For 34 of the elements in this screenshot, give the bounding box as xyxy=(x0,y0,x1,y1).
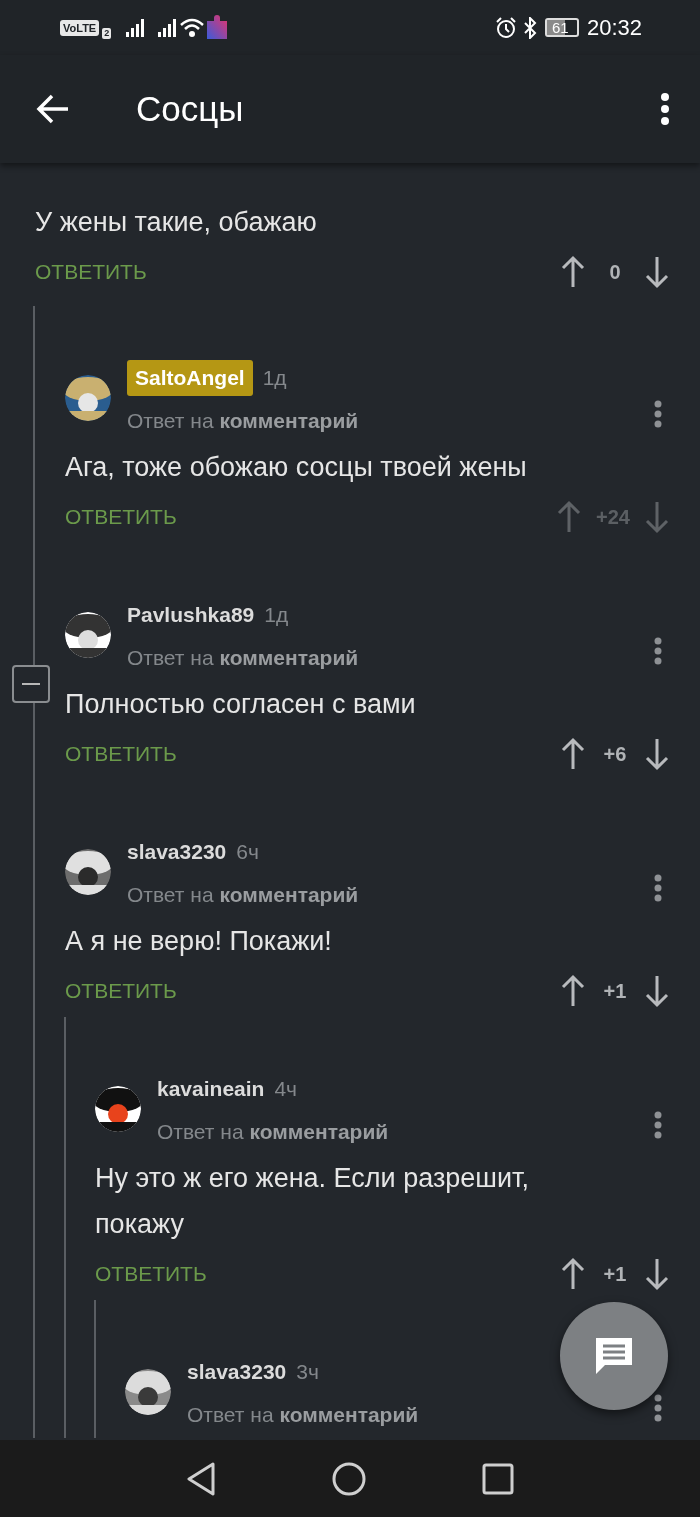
reply-to-label: Ответ на комментарий xyxy=(127,882,359,908)
author-name[interactable]: kavaineain xyxy=(157,1073,265,1105)
score: +24 xyxy=(596,505,630,530)
comment-time: 6ч xyxy=(236,839,259,866)
reply-to-label: Ответ на комментарий xyxy=(127,408,359,434)
score: +1 xyxy=(602,979,628,1004)
author-name[interactable]: slava3230 xyxy=(187,1356,287,1388)
comment-time: 4ч xyxy=(274,1076,298,1103)
score: +1 xyxy=(602,1262,628,1287)
comment-text: А я не верю! Покажи! xyxy=(65,925,333,958)
author-name[interactable]: slava3230 xyxy=(127,836,227,868)
reply-to-label: Ответ на комментарий xyxy=(187,1402,419,1428)
author-name[interactable]: SaltoAngel xyxy=(127,360,253,396)
comment-text: Полностью согласен с вами xyxy=(65,688,417,721)
author-name[interactable]: Pavlushka89 xyxy=(127,599,255,631)
reply-button[interactable]: ОТВЕТИТЬ xyxy=(95,1258,207,1290)
comment-time: 1д xyxy=(262,365,287,392)
score: +6 xyxy=(602,742,628,767)
reply-to-label: Ответ на комментарий xyxy=(157,1119,389,1145)
page-title: Сосцы xyxy=(136,87,245,130)
comment-text: Ну это ж его жена. Если разрешит, покажу xyxy=(95,1162,530,1241)
sim-number: 2 xyxy=(102,28,112,39)
reply-button[interactable]: ОТВЕТИТЬ xyxy=(65,975,177,1007)
comment-text: Ага, тоже обожаю сосцы твоей жены xyxy=(65,451,528,484)
reply-button[interactable]: ОТВЕТИТЬ xyxy=(65,501,177,533)
reply-button[interactable]: ОТВЕТИТЬ xyxy=(35,256,147,288)
score: 0 xyxy=(608,260,622,285)
comment-time: 3ч xyxy=(296,1359,319,1386)
reply-to-label: Ответ на комментарий xyxy=(127,645,359,671)
comment-text: У жены такие, обажаю xyxy=(35,206,318,239)
reply-button[interactable]: ОТВЕТИТЬ xyxy=(65,738,177,770)
clock-time: 20:32 xyxy=(586,14,642,42)
comment-time: 1д xyxy=(264,602,289,629)
volte-label: VoLTE xyxy=(60,19,100,36)
